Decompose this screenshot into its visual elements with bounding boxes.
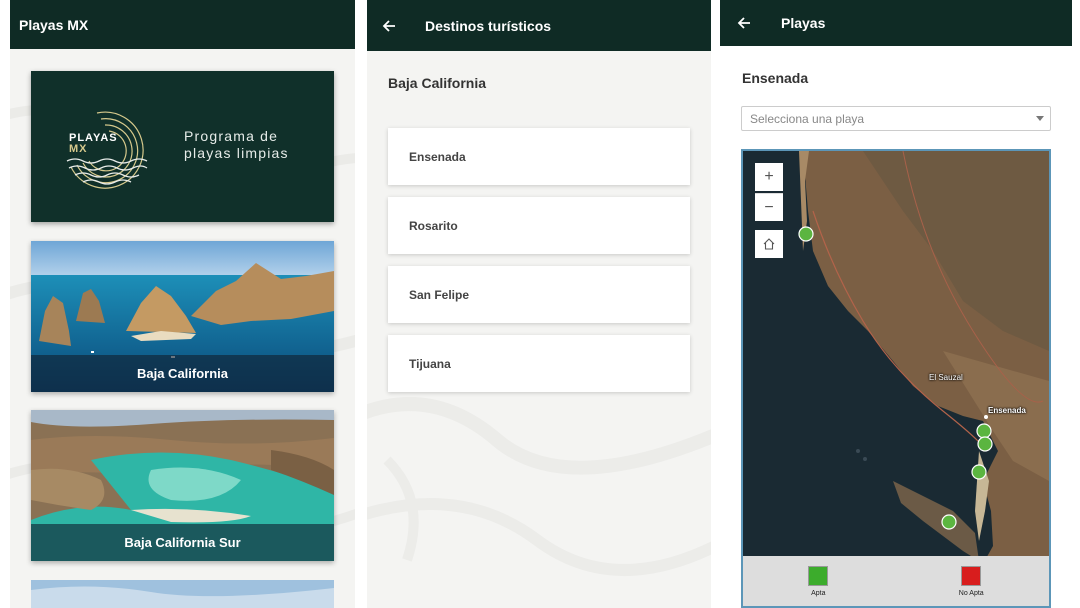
legend-item-no-apta: No Apta xyxy=(958,565,984,597)
legend-label: No Apta xyxy=(958,589,984,597)
legend-label: Apta xyxy=(811,589,826,597)
playas-mx-logo: PLAYAS MX xyxy=(66,111,148,189)
chevron-down-icon xyxy=(1036,116,1044,121)
state-card-partial[interactable] xyxy=(31,580,334,608)
home-screen: Playas MX PLAYAS MX Programa de playas l… xyxy=(10,0,355,608)
map-label-ensenada: Ensenada xyxy=(988,406,1026,415)
state-card-baja-california-sur[interactable]: Baja California Sur xyxy=(31,410,334,561)
program-banner: PLAYAS MX Programa de playas limpias xyxy=(31,71,334,222)
destinations-screen: Destinos turísticos Baja California Ense… xyxy=(367,0,711,608)
destination-label: Ensenada xyxy=(409,149,466,164)
beach-marker-apta[interactable] xyxy=(976,423,992,439)
destination-label: San Felipe xyxy=(409,287,470,302)
destination-item-tijuana[interactable]: Tijuana xyxy=(388,335,690,392)
partial-card-photo xyxy=(31,580,334,608)
state-title: Baja California xyxy=(388,75,487,91)
state-card-baja-california[interactable]: Baja California xyxy=(31,241,334,392)
screen-title: Destinos turísticos xyxy=(425,17,552,34)
screen-title: Playas xyxy=(781,15,826,31)
app-bar: Playas MX xyxy=(10,0,355,49)
city-title: Ensenada xyxy=(742,70,809,86)
logo-text-mx: MX xyxy=(69,143,88,155)
beach-marker-apta[interactable] xyxy=(977,436,993,452)
destination-label: Tijuana xyxy=(409,356,451,371)
map-label-el-sauzal: El Sauzal xyxy=(929,373,963,382)
destination-item-san-felipe[interactable]: San Felipe xyxy=(388,266,690,323)
destination-item-rosarito[interactable]: Rosarito xyxy=(388,197,690,254)
app-bar: Destinos turísticos xyxy=(367,0,711,51)
app-title: Playas MX xyxy=(19,16,89,33)
beaches-screen: Playas Ensenada Selecciona una playa + − xyxy=(720,0,1072,608)
beach-select-placeholder: Selecciona una playa xyxy=(750,111,865,126)
banner-tagline: Programa de playas limpias xyxy=(184,128,289,162)
legend-item-apta: Apta xyxy=(808,565,829,597)
city-dot xyxy=(984,415,988,419)
tagline-line-2: playas limpias xyxy=(184,145,289,161)
back-arrow-icon[interactable] xyxy=(377,14,401,38)
beach-markers xyxy=(798,226,993,530)
back-arrow-icon[interactable] xyxy=(732,11,756,35)
destination-item-ensenada[interactable]: Ensenada xyxy=(388,128,690,185)
state-card-label: Baja California xyxy=(31,355,334,392)
legend-swatch-apta xyxy=(808,565,829,586)
destination-label: Rosarito xyxy=(409,218,458,233)
beach-select[interactable]: Selecciona una playa xyxy=(741,106,1051,131)
beach-marker-apta[interactable] xyxy=(798,226,814,242)
beach-marker-apta[interactable] xyxy=(971,464,987,480)
tagline-line-1: Programa de xyxy=(184,128,279,144)
state-card-label: Baja California Sur xyxy=(31,524,334,561)
legend-swatch-no-apta xyxy=(961,565,982,586)
app-bar: Playas xyxy=(720,0,1072,46)
beach-marker-apta[interactable] xyxy=(941,514,957,530)
map-legend: Apta No Apta xyxy=(743,556,1049,606)
beach-map[interactable]: + − El Sauzal Ensenada Apta No Apta xyxy=(741,149,1051,608)
